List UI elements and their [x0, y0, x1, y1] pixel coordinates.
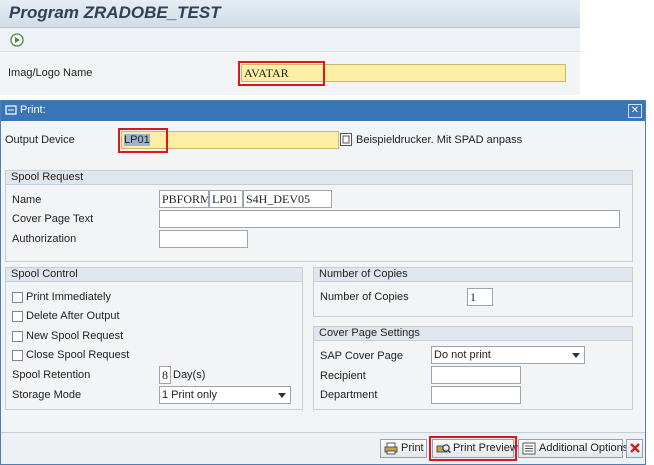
close-spool-request-checkbox[interactable] [12, 350, 23, 361]
storage-mode-label: Storage Mode [12, 389, 82, 401]
authorization-input[interactable] [159, 230, 248, 248]
value-help-icon[interactable] [340, 133, 352, 149]
number-of-copies-group: Number of Copies Number of Copies 1 [313, 267, 633, 317]
program-toolbar [0, 28, 580, 52]
dialog-title-bar: Print: ✕ [1, 101, 645, 121]
name-label: Name [12, 194, 42, 206]
additional-options-button[interactable]: Additional Options [518, 439, 628, 458]
delete-after-output-label: Delete After Output [26, 310, 120, 322]
spool-retention-unit: Day(s) [173, 369, 206, 381]
chevron-down-icon [572, 353, 580, 358]
number-of-copies-header: Number of Copies [314, 268, 632, 282]
storage-mode-select[interactable]: 1 Print only [159, 386, 291, 404]
cover-page-settings-header: Cover Page Settings [314, 327, 632, 341]
program-title: Program ZRADOBE_TEST [9, 3, 221, 22]
spool-control-group: Spool Control Print Immediately Delete A… [5, 267, 303, 410]
storage-mode-value: 1 Print only [162, 389, 218, 401]
additional-options-button-label: Additional Options [539, 442, 629, 454]
delete-after-output-checkbox[interactable] [12, 311, 23, 322]
close-spool-request-label: Close Spool Request [26, 349, 130, 361]
spool-request-group: Spool Request Name PBFORM LP01 S4H_DEV05… [5, 170, 633, 262]
output-device-label: Output Device [5, 134, 75, 146]
spool-request-header: Spool Request [6, 171, 632, 185]
highlight-image-logo [238, 61, 325, 86]
number-of-copies-label: Number of Copies [320, 291, 409, 303]
cover-page-settings-group: Cover Page Settings SAP Cover Page Do no… [313, 326, 633, 410]
dialog-button-bar: Print Print Preview Additional Options [1, 432, 645, 464]
sap-cover-page-select[interactable]: Do not print [431, 346, 585, 364]
print-dialog: Print: ✕ Output Device LP01 Beispieldruc… [0, 100, 646, 465]
print-immediately-label: Print Immediately [26, 291, 111, 303]
highlight-print-preview [429, 436, 517, 461]
program-title-bar: Program ZRADOBE_TEST [0, 0, 580, 28]
execute-icon[interactable] [10, 33, 24, 50]
number-of-copies-input[interactable]: 1 [467, 288, 493, 306]
name-part-3[interactable]: S4H_DEV05 [243, 190, 332, 208]
print-immediately-checkbox[interactable] [12, 292, 23, 303]
department-input[interactable] [431, 386, 521, 404]
close-icon[interactable]: ✕ [628, 104, 642, 118]
cancel-icon [630, 443, 640, 453]
output-device-description: Beispieldrucker. Mit SPAD anpass [356, 134, 523, 146]
name-part-2[interactable]: LP01 [209, 190, 243, 208]
new-spool-request-label: New Spool Request [26, 330, 124, 342]
new-spool-request-checkbox[interactable] [12, 331, 23, 342]
recipient-input[interactable] [431, 366, 521, 384]
print-button[interactable]: Print [380, 439, 427, 458]
spool-retention-label: Spool Retention [12, 369, 91, 381]
chevron-down-icon [278, 393, 286, 398]
dialog-window-icon [5, 104, 17, 119]
department-label: Department [320, 389, 378, 401]
recipient-label: Recipient [320, 370, 366, 382]
cover-page-text-input[interactable] [159, 210, 620, 228]
cover-page-text-label: Cover Page Text [12, 213, 94, 225]
spool-control-header: Spool Control [6, 268, 302, 282]
name-part-1[interactable]: PBFORM [159, 190, 209, 208]
authorization-label: Authorization [12, 233, 77, 245]
sap-cover-page-value: Do not print [434, 349, 491, 361]
dialog-title: Print: [20, 104, 46, 116]
image-logo-label: Imag/Logo Name [8, 67, 93, 79]
printer-icon [384, 442, 398, 455]
spool-retention-input[interactable]: 8 [159, 366, 171, 384]
sap-cover-page-label: SAP Cover Page [320, 350, 403, 362]
cancel-button[interactable] [626, 439, 643, 458]
highlight-output-device [118, 128, 168, 153]
print-button-label: Print [401, 442, 424, 454]
options-icon [522, 442, 536, 455]
